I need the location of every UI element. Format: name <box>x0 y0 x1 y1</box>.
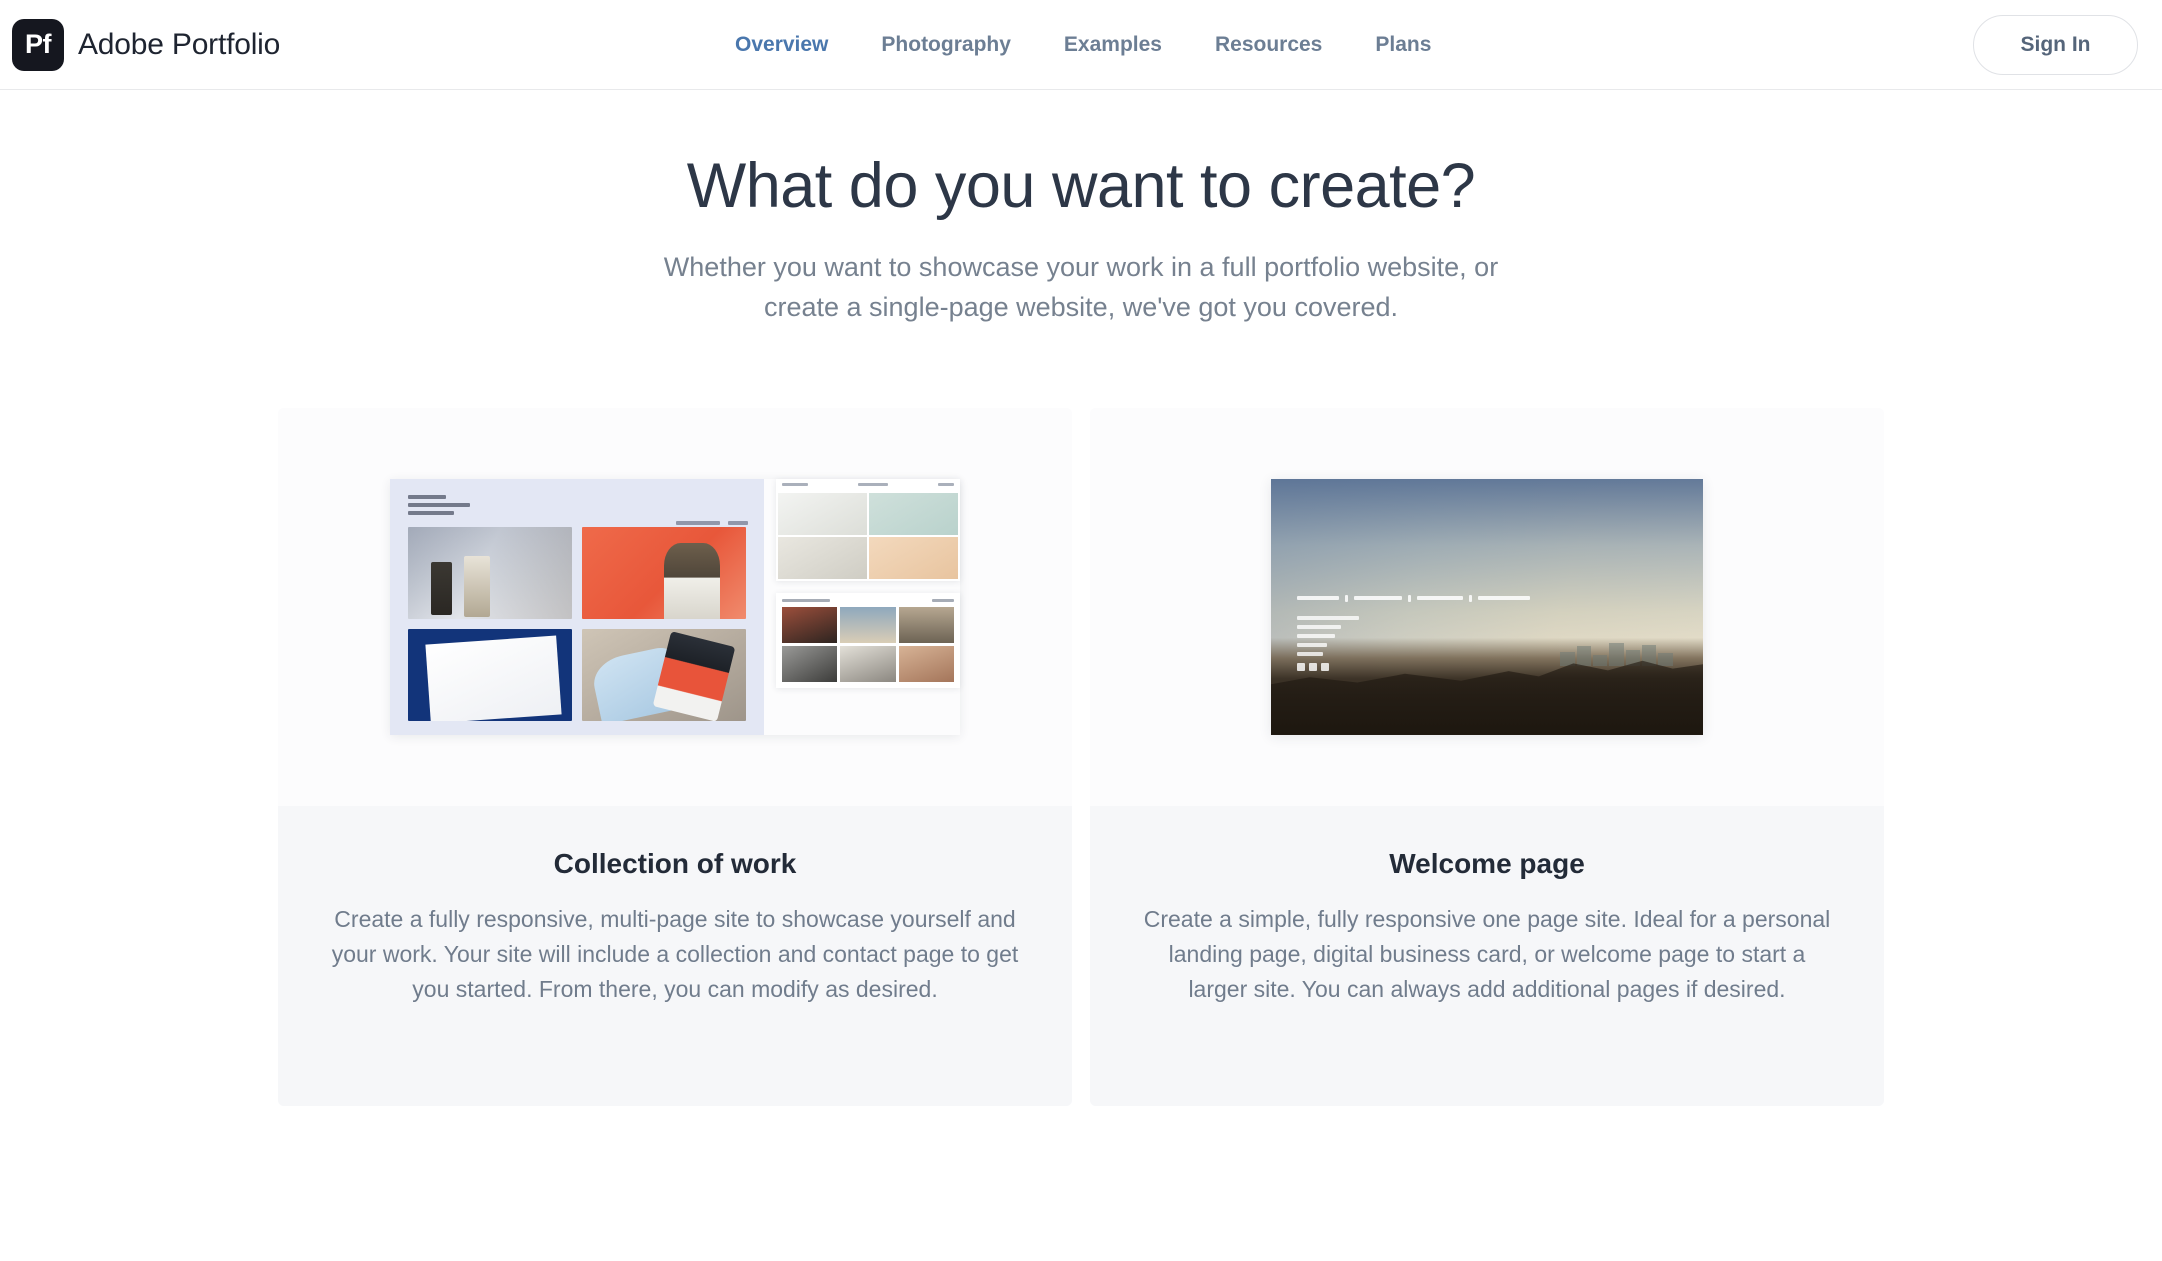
mockup-social-icon <box>1321 662 1329 671</box>
card-description-welcome-page: Create a simple, fully responsive one pa… <box>1143 905 1831 1002</box>
mockup-overlay-navigation <box>1297 594 1530 671</box>
mockup-tile-products <box>408 526 572 619</box>
mockup-category-link <box>1354 596 1402 601</box>
multi-page-portfolio-mockup <box>390 478 960 735</box>
nav-item-plans[interactable]: Plans <box>1375 33 1431 57</box>
mockup-tile-phone <box>582 628 746 721</box>
mockup-mini-header <box>776 593 960 602</box>
mockup-mini-photo <box>840 606 896 643</box>
mockup-category-link <box>1417 596 1463 601</box>
mockup-mini-photo <box>782 606 838 643</box>
mockup-project-grid <box>408 526 746 721</box>
welcome-page-text: Welcome page Create a simple, fully resp… <box>1090 805 1884 1106</box>
welcome-page-preview <box>1090 407 1884 806</box>
mockup-menu-links <box>1297 615 1530 656</box>
mockup-building <box>1576 646 1592 666</box>
mockup-building <box>1658 652 1673 666</box>
mockup-category-links <box>1297 594 1530 602</box>
mockup-mini-photo <box>898 606 954 643</box>
hero-section: What do you want to create? Whether you … <box>0 90 2162 327</box>
mockup-menu-link <box>1297 633 1335 638</box>
mockup-mini-photo-grid <box>776 602 960 688</box>
hero-subtitle-line-1: Whether you want to showcase your work i… <box>663 252 1499 283</box>
mockup-building <box>1593 655 1608 666</box>
collection-of-work-preview <box>278 407 1072 806</box>
mockup-menu-link <box>1297 624 1341 629</box>
card-collection-of-work[interactable]: Collection of work Create a fully respon… <box>278 407 1072 1106</box>
mockup-building <box>1642 644 1657 666</box>
page-title: What do you want to create? <box>686 151 1476 221</box>
mockup-separator <box>1469 594 1472 602</box>
mockup-secondary-browsers <box>776 478 960 735</box>
mockup-nav-link <box>676 520 720 525</box>
mockup-tile-magazine <box>408 628 572 721</box>
card-title-welcome-page: Welcome page <box>1389 847 1585 879</box>
mockup-mini-grid <box>776 491 960 581</box>
mockup-nav-links <box>676 520 748 525</box>
mockup-mini-tile <box>778 536 867 579</box>
mockup-nav-link <box>728 520 748 525</box>
template-choice-cards: Collection of work Create a fully respon… <box>0 407 2162 1106</box>
mockup-category-link <box>1297 596 1339 601</box>
mockup-social-icon <box>1309 662 1317 671</box>
mockup-title-line <box>408 494 446 499</box>
adobe-portfolio-logo-icon: Pf <box>12 18 64 71</box>
mockup-social-icons <box>1297 662 1530 671</box>
nav-item-resources[interactable]: Resources <box>1215 33 1322 57</box>
mockup-mini-bar-item <box>938 483 954 487</box>
mockup-mini-tile <box>869 536 958 579</box>
mockup-mini-header-item <box>782 598 830 602</box>
site-header: Pf Adobe Portfolio Overview Photography … <box>0 0 2162 90</box>
single-page-landing-mockup <box>1271 478 1703 735</box>
mockup-separator <box>1408 594 1411 602</box>
brand-name: Adobe Portfolio <box>78 27 281 61</box>
card-welcome-page[interactable]: Welcome page Create a simple, fully resp… <box>1090 407 1884 1106</box>
mockup-tile-portrait <box>582 526 746 619</box>
mockup-title-line <box>408 510 454 515</box>
mockup-menu-link <box>1297 615 1359 620</box>
mockup-mini-bar-item <box>782 483 808 487</box>
mockup-mini-bar-item <box>858 483 888 487</box>
nav-item-overview[interactable]: Overview <box>735 33 828 57</box>
mockup-mini-header-item <box>932 598 954 602</box>
mockup-menu-link <box>1297 642 1327 647</box>
nav-item-photography[interactable]: Photography <box>881 33 1011 57</box>
mockup-mini-tile <box>869 492 958 535</box>
card-title-collection-of-work: Collection of work <box>553 847 797 879</box>
mockup-main-browser <box>390 478 764 735</box>
mockup-category-link <box>1478 596 1530 601</box>
card-description-collection-of-work: Create a fully responsive, multi-page si… <box>331 905 1019 1002</box>
mockup-building <box>1560 651 1575 666</box>
sign-in-button[interactable]: Sign In <box>1973 14 2138 75</box>
mockup-building <box>1609 642 1624 666</box>
mockup-separator <box>1345 594 1348 602</box>
mockup-menu-link <box>1297 651 1323 656</box>
mockup-mini-browser-photos <box>776 592 960 688</box>
mockup-building <box>1625 649 1641 666</box>
hero-subtitle: Whether you want to showcase your work i… <box>0 248 2162 326</box>
mockup-mini-photo <box>840 645 896 682</box>
main-navigation: Overview Photography Examples Resources … <box>735 33 1431 57</box>
mockup-city-skyline <box>1560 642 1673 666</box>
mockup-title-line <box>408 502 470 507</box>
collection-of-work-text: Collection of work Create a fully respon… <box>278 805 1072 1106</box>
mockup-mini-tile <box>778 492 867 535</box>
mockup-site-title <box>408 494 746 515</box>
mockup-mini-browser-products <box>776 478 960 581</box>
mockup-mini-photo <box>782 645 838 682</box>
mockup-mini-photo <box>898 645 954 682</box>
mockup-social-icon <box>1297 662 1305 671</box>
hero-subtitle-line-2: create a single-page website, we've got … <box>763 291 1399 322</box>
brand-logo-link[interactable]: Pf Adobe Portfolio <box>12 18 281 71</box>
nav-item-examples[interactable]: Examples <box>1064 33 1162 57</box>
mockup-mini-browser-bar <box>776 478 960 491</box>
